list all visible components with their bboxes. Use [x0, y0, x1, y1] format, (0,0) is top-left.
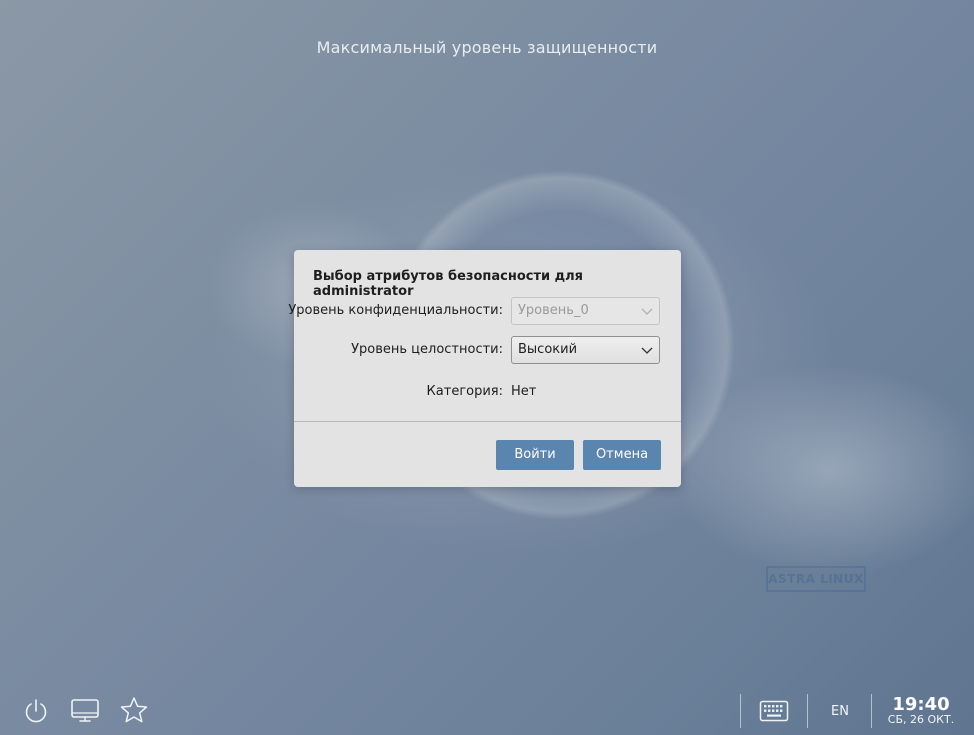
confidentiality-label: Уровень конфиденциальности:: [288, 303, 503, 318]
chevron-down-icon: [641, 347, 653, 354]
power-icon[interactable]: [23, 697, 49, 725]
keyboard-layout-indicator[interactable]: EN: [828, 704, 852, 719]
tray-separator: [871, 694, 872, 728]
tray-separator: [807, 694, 808, 728]
integrity-select[interactable]: Высокий: [511, 336, 660, 364]
confidentiality-value: Уровень_0: [518, 303, 589, 318]
dialog-divider: [294, 421, 681, 422]
login-button[interactable]: Войти: [496, 440, 574, 470]
keyboard-icon[interactable]: [759, 700, 789, 722]
cancel-button[interactable]: Отмена: [583, 440, 661, 470]
tray-separator: [740, 694, 741, 728]
star-icon[interactable]: [119, 696, 149, 724]
integrity-value: Высокий: [518, 342, 578, 357]
confidentiality-select: Уровень_0: [511, 297, 660, 325]
category-label: Категория:: [426, 384, 503, 399]
login-screen: Максимальный уровень защищенности ASTRA …: [0, 0, 974, 735]
astra-linux-logo: ASTRA LINUX: [766, 566, 866, 592]
dialog-title: Выбор атрибутов безопасности для adminis…: [313, 269, 583, 299]
security-attributes-dialog: Выбор атрибутов безопасности для adminis…: [288, 250, 681, 487]
clock-time: 19:40: [892, 694, 950, 715]
clock-date: СБ, 26 ОКТ.: [887, 713, 955, 726]
integrity-label: Уровень целостности:: [351, 342, 503, 357]
chevron-down-icon: [641, 308, 653, 315]
security-level-title: Максимальный уровень защищенности: [316, 38, 658, 57]
category-value: Нет: [511, 384, 537, 399]
monitor-icon[interactable]: [70, 698, 100, 724]
